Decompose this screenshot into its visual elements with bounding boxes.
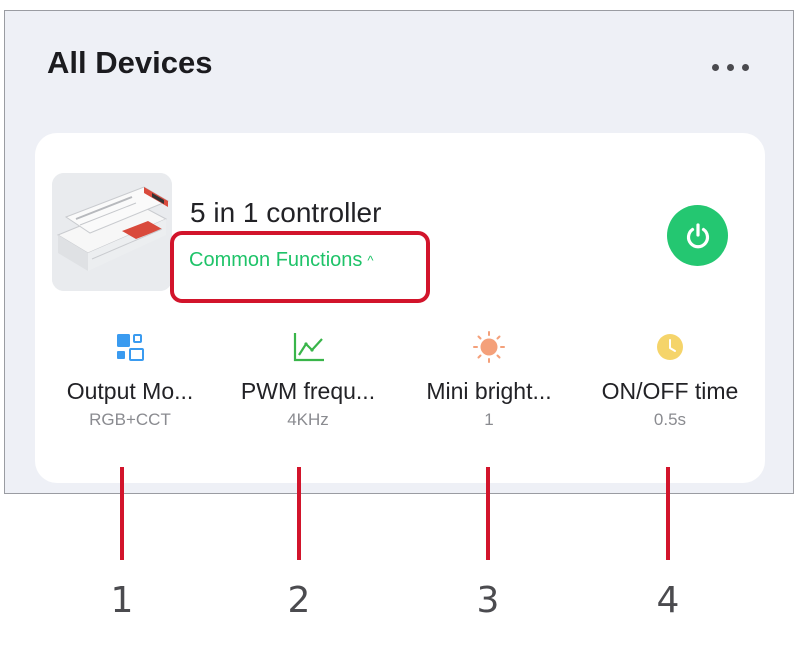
function-value: 4KHz — [287, 410, 329, 429]
function-pwm-frequency[interactable]: PWM frequ... 4KHz — [218, 330, 398, 430]
callout-line — [120, 467, 124, 560]
device-card[interactable]: 5 in 1 controller Common Functions ^ Out… — [35, 133, 765, 483]
callout-line — [666, 467, 670, 560]
power-icon — [686, 222, 709, 248]
line-chart-icon — [293, 333, 324, 362]
callout-line — [297, 467, 301, 560]
function-on-off-time[interactable]: ON/OFF time 0.5s — [580, 330, 760, 430]
timer-icon — [657, 334, 683, 360]
function-output-mode[interactable]: Output Mo... RGB+CCT — [40, 330, 220, 430]
device-name: 5 in 1 controller — [190, 197, 382, 228]
callout-number: 3 — [476, 580, 500, 621]
page-title: All Devices — [47, 45, 213, 80]
function-label: Output Mo... — [66, 378, 194, 404]
power-button[interactable] — [667, 205, 728, 266]
output-mode-icon — [117, 334, 144, 361]
highlight-annotation-box — [170, 231, 430, 303]
function-value: 1 — [484, 410, 494, 429]
function-value: RGB+CCT — [89, 410, 171, 429]
function-label: Mini bright... — [426, 378, 552, 404]
more-options-icon[interactable] — [705, 59, 755, 75]
function-row: Output Mo... RGB+CCT PWM frequ... 4KHz M… — [35, 330, 765, 456]
callout-number: 4 — [656, 580, 680, 621]
callout-line — [486, 467, 490, 560]
sun-icon — [473, 331, 505, 363]
callout-number: 2 — [287, 580, 311, 621]
function-value: 0.5s — [653, 410, 687, 429]
function-mini-brightness[interactable]: Mini bright... 1 — [399, 330, 579, 430]
callout-number: 1 — [110, 580, 134, 621]
device-image — [52, 173, 172, 291]
function-label: ON/OFF time — [601, 378, 739, 404]
function-label: PWM frequ... — [240, 378, 376, 404]
